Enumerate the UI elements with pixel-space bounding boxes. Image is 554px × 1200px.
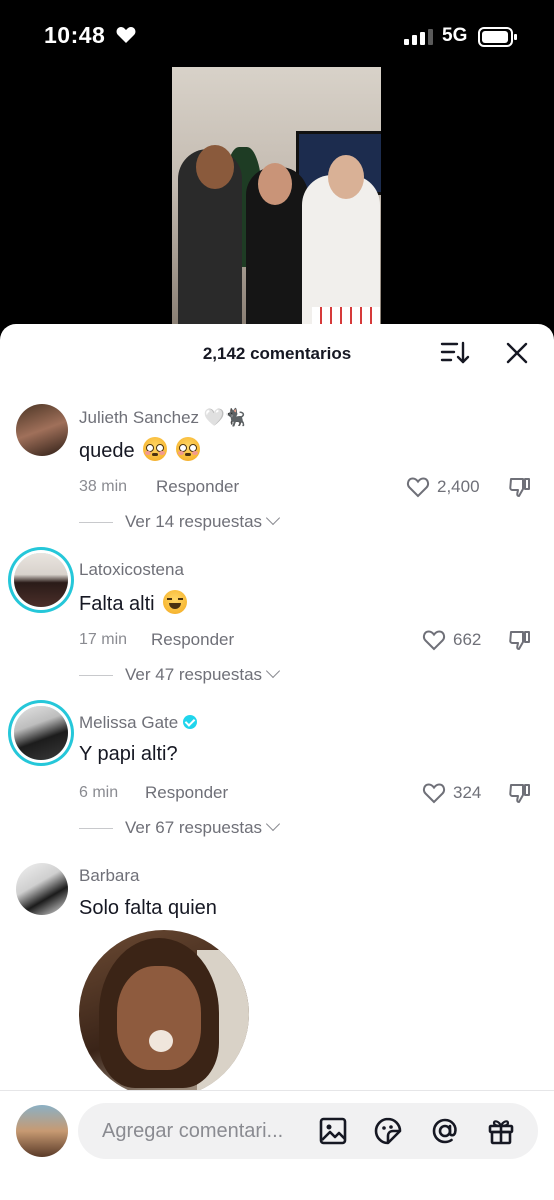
comment-username[interactable]: Barbara	[79, 866, 139, 886]
view-replies-label: Ver 14 respuestas	[125, 512, 263, 531]
view-replies-label: Ver 67 respuestas	[125, 818, 263, 837]
like-count: 324	[453, 783, 482, 802]
avatar[interactable]	[16, 863, 68, 915]
reply-button[interactable]: Responder	[145, 783, 228, 803]
gift-icon[interactable]	[486, 1116, 516, 1146]
video-preview[interactable]	[172, 67, 381, 325]
flushed-emoji-icon	[143, 437, 168, 461]
divider	[79, 522, 113, 524]
comment-text-content: quede	[79, 440, 135, 462]
signal-icon	[404, 29, 433, 45]
comment-time: 6 min	[79, 784, 119, 801]
comment-username[interactable]: Julieth Sanchez 🤍🐈‍⬛	[79, 408, 246, 428]
comments-sheet: 2,142 comentarios Julieth Sanchez 🤍🐈‍⬛ q…	[0, 324, 554, 1200]
my-avatar[interactable]	[16, 1105, 68, 1157]
comment-input[interactable]: Agregar comentari...	[78, 1103, 538, 1159]
divider	[79, 675, 113, 677]
like-icon[interactable]	[422, 629, 446, 651]
avatar[interactable]	[14, 706, 68, 760]
view-replies-button[interactable]: Ver 14 respuestas	[79, 510, 281, 532]
person-head-shape	[196, 145, 234, 189]
reply-button[interactable]: Responder	[151, 630, 234, 650]
status-time: 10:48	[44, 22, 106, 48]
chevron-down-icon	[265, 816, 281, 832]
sticker-icon[interactable]	[373, 1116, 403, 1146]
avatar[interactable]	[14, 553, 68, 607]
like-count: 2,400	[437, 477, 480, 496]
divider	[79, 828, 113, 830]
comment-input-placeholder: Agregar comentari...	[102, 1120, 284, 1142]
flushed-emoji-icon	[175, 437, 200, 461]
reply-button[interactable]: Responder	[156, 477, 239, 497]
like-icon[interactable]	[422, 782, 446, 804]
comment-text: Y papi alti?	[79, 743, 178, 765]
view-replies-button[interactable]: Ver 47 respuestas	[79, 663, 281, 685]
image-icon[interactable]	[318, 1116, 348, 1146]
gif-face	[117, 966, 201, 1070]
comment-text: Solo falta quien	[79, 897, 217, 919]
comment-text-content: Falta alti	[79, 593, 155, 615]
heart-icon	[116, 27, 136, 43]
view-replies-button[interactable]: Ver 67 respuestas	[79, 816, 281, 838]
dislike-icon[interactable]	[508, 781, 532, 805]
laughing-emoji-icon	[163, 590, 188, 614]
skirt-shape	[312, 307, 380, 325]
comment-username[interactable]: Melissa Gate	[79, 713, 198, 733]
verified-icon	[183, 715, 198, 729]
comment-text: Falta alti	[79, 590, 188, 616]
comments-header: 2,142 comentarios	[0, 324, 554, 380]
view-replies-label: Ver 47 respuestas	[125, 665, 263, 684]
person-head-shape	[258, 163, 292, 205]
comment-time: 38 min	[79, 478, 128, 495]
sort-icon[interactable]	[440, 340, 470, 366]
like-count: 662	[453, 630, 482, 649]
like-icon[interactable]	[406, 476, 430, 498]
mention-icon[interactable]	[430, 1116, 460, 1146]
comment-text: quede	[79, 437, 200, 463]
close-icon[interactable]	[504, 340, 530, 366]
comment-time: 17 min	[79, 631, 128, 648]
battery-icon	[478, 27, 517, 47]
comment-gif-image[interactable]	[79, 930, 249, 1098]
avatar[interactable]	[16, 404, 68, 456]
comment-username[interactable]: Latoxicostena	[79, 560, 184, 580]
comment-username-label: Melissa Gate	[79, 713, 179, 732]
network-label: 5G	[442, 25, 468, 46]
person-head-shape	[328, 155, 364, 199]
dislike-icon[interactable]	[508, 475, 532, 499]
gif-mouth	[149, 1030, 173, 1052]
status-bar: 10:48 5G	[0, 0, 554, 70]
chevron-down-icon	[265, 663, 281, 679]
comment-input-bar: Agregar comentari...	[0, 1090, 554, 1200]
dislike-icon[interactable]	[508, 628, 532, 652]
comments-count: 2,142 comentarios	[202, 344, 352, 363]
chevron-down-icon	[265, 510, 281, 526]
